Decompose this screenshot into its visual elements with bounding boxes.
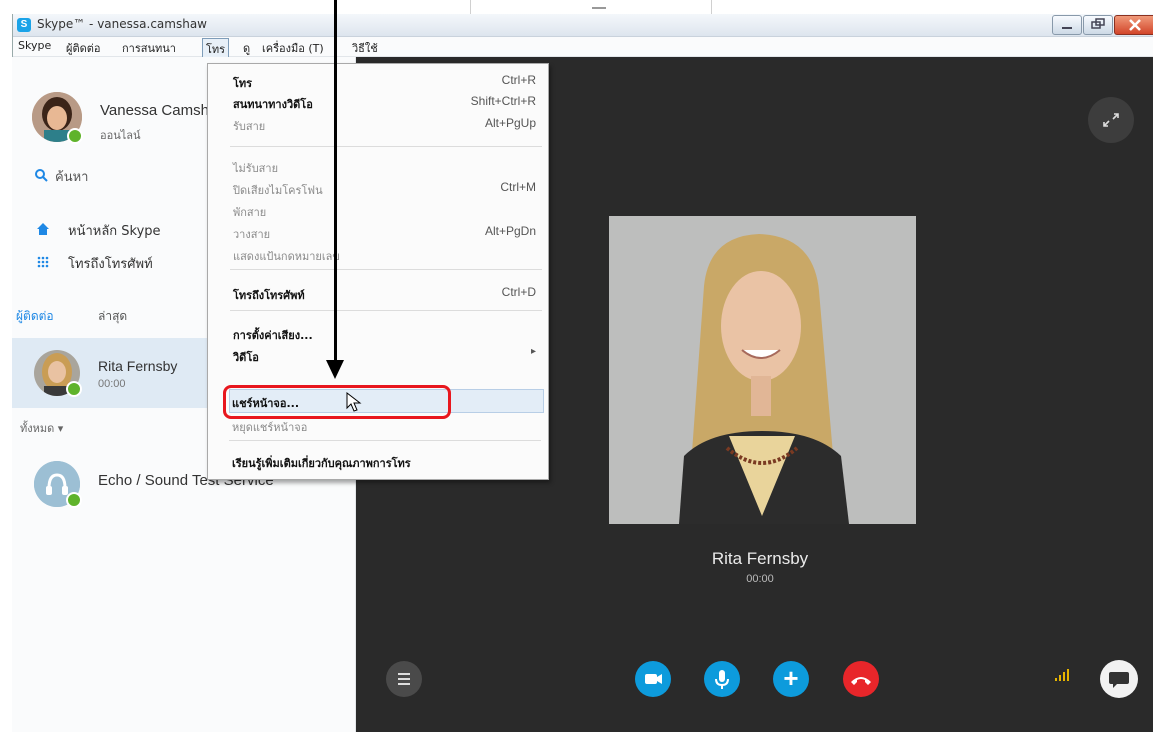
menu-skype[interactable]: Skype [15, 38, 54, 53]
profile-status[interactable]: ออนไลน์ [100, 126, 141, 144]
hang-up-button[interactable] [843, 661, 879, 697]
menu-help[interactable]: วิธีใช้ [349, 38, 381, 58]
menu-item-call-shortcut: Ctrl+R [501, 73, 536, 87]
menu-item-answer-shortcut: Alt+PgUp [484, 116, 536, 130]
microphone-button[interactable] [704, 661, 740, 697]
background-window-dash [592, 7, 606, 9]
menu-tools[interactable]: เครื่องมือ (T) [259, 38, 327, 58]
chat-button[interactable] [1100, 660, 1138, 698]
mouse-cursor-icon [346, 391, 362, 419]
menu-item-audio-settings[interactable]: การตั้งค่าเสียง... [233, 326, 313, 344]
menu-item-decline[interactable]: ไม่รับสาย [233, 159, 278, 177]
menu-separator [230, 146, 542, 147]
menu-view[interactable]: ดู [240, 38, 253, 58]
profile-name[interactable]: Vanessa Camsh [100, 102, 209, 119]
menu-item-video-call[interactable]: สนทนาทางวิดีโอ [233, 95, 313, 113]
menu-item-call[interactable]: โทร [233, 74, 252, 92]
annotation-arrow-head [326, 360, 344, 379]
background-window-strip [470, 0, 712, 14]
video-toggle-button[interactable] [635, 661, 671, 697]
search-icon [34, 168, 48, 185]
menu-item-call-phone-shortcut: Ctrl+D [501, 285, 536, 299]
menu-item-video-call-shortcut: Shift+Ctrl+R [470, 94, 536, 108]
online-status-icon [67, 128, 83, 144]
contact-call-time: 00:00 [98, 378, 126, 390]
menu-item-call-phone[interactable]: โทรถึงโทรศัพท์ [233, 286, 305, 304]
window-title: Skype™ - vanessa.camshaw [37, 17, 207, 31]
menu-separator [230, 310, 542, 311]
online-status-icon [66, 381, 82, 397]
menu-item-mute[interactable]: ปิดเสียงไมโครโฟน [233, 181, 323, 199]
menu-item-answer[interactable]: รับสาย [233, 117, 265, 135]
tab-recent[interactable]: ล่าสุด [98, 307, 127, 326]
search-input[interactable]: ค้นหา [55, 166, 88, 187]
contacts-filter-dropdown[interactable]: ทั้งหมด ▾ [20, 419, 63, 437]
sidebar-item-home[interactable]: หน้าหลัก Skype [68, 220, 161, 241]
menu-separator [229, 440, 541, 441]
menu-conversation[interactable]: การสนทนา [119, 38, 179, 58]
minimize-button[interactable] [1052, 15, 1082, 35]
menu-separator [230, 269, 542, 270]
skype-logo-icon: S [17, 18, 31, 32]
contact-name: Rita Fernsby [98, 358, 178, 374]
menu-item-hang-up[interactable]: วางสาย [233, 225, 270, 243]
tab-contacts[interactable]: ผู้ติดต่อ [16, 307, 54, 326]
online-status-icon [66, 492, 82, 508]
menu-item-stop-sharing[interactable]: หยุดแชร์หน้าจอ [232, 418, 307, 436]
menu-contacts[interactable]: ผู้ติดต่อ [63, 38, 103, 58]
remote-video [609, 216, 916, 524]
menu-item-hold[interactable]: พักสาย [233, 203, 266, 221]
menu-bar: Skype ผู้ติดต่อ การสนทนา โทร ดู เครื่องม… [13, 37, 1153, 60]
show-list-button[interactable] [386, 661, 422, 697]
add-participant-button[interactable]: + [773, 661, 809, 697]
caller-name: Rita Fernsby [711, 549, 809, 568]
menu-item-show-dialpad[interactable]: แสดงแป้นกดหมายเลข [233, 247, 340, 265]
submenu-arrow-icon: ▸ [530, 346, 536, 357]
menu-item-hang-up-shortcut: Alt+PgDn [484, 224, 536, 238]
annotation-arrow-line [334, 0, 337, 363]
menu-item-video[interactable]: วิดีโอ [233, 348, 259, 366]
restore-button[interactable] [1083, 15, 1113, 35]
expand-icon[interactable] [1088, 97, 1134, 143]
close-button[interactable] [1114, 15, 1153, 35]
title-bar: S Skype™ - vanessa.camshaw [13, 14, 1153, 37]
highlight-box [223, 385, 451, 419]
menu-item-mute-shortcut: Ctrl+M [500, 180, 536, 194]
home-icon [36, 222, 50, 240]
menu-item-call-quality[interactable]: เรียนรู้เพิ่มเติมเกี่ยวกับคุณภาพการโทร [232, 454, 411, 472]
dialpad-icon [36, 255, 50, 272]
signal-icon [1055, 668, 1071, 685]
call-duration: 00:00 [746, 573, 774, 585]
sidebar-item-call-phone[interactable]: โทรถึงโทรศัพท์ [68, 253, 153, 274]
